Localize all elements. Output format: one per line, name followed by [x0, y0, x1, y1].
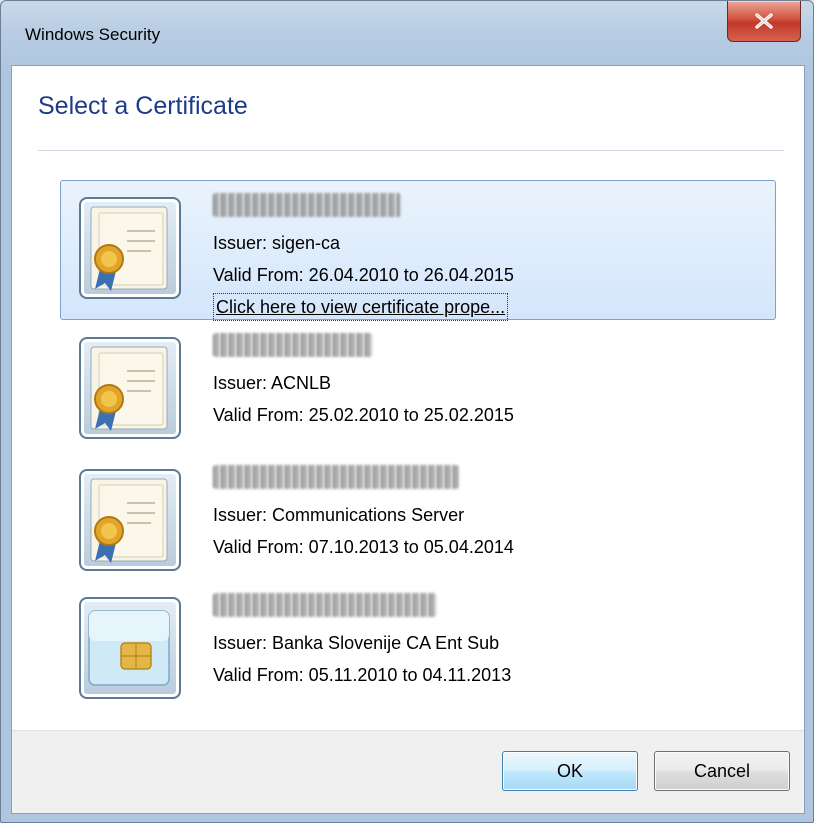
title-bar: Windows Security — [1, 1, 813, 65]
certificate-details: Issuer: ACNLB Valid From: 25.02.2010 to … — [213, 321, 514, 431]
certificate-item[interactable]: Issuer: Banka Slovenije CA Ent Sub Valid… — [60, 580, 776, 720]
certificate-item[interactable]: Issuer: sigen-ca Valid From: 26.04.2010 … — [60, 180, 776, 321]
certificate-validity: Valid From: 05.11.2010 to 04.11.2013 — [213, 665, 512, 685]
redacted-certificate-name — [213, 593, 437, 617]
cancel-button[interactable]: Cancel — [654, 751, 790, 791]
certificate-icon — [79, 197, 181, 299]
certificate-validity: Valid From: 25.02.2010 to 25.02.2015 — [213, 405, 514, 425]
smart-card-icon — [79, 597, 181, 699]
window-title: Windows Security — [25, 25, 161, 44]
close-button[interactable] — [727, 1, 801, 42]
certificate-details: Issuer: Communications Server Valid From… — [213, 453, 514, 563]
certificate-issuer: Issuer: sigen-ca — [213, 233, 341, 253]
certificate-item[interactable]: Issuer: ACNLB Valid From: 25.02.2010 to … — [60, 320, 776, 452]
certificate-validity: Valid From: 07.10.2013 to 05.04.2014 — [213, 537, 514, 557]
ok-button[interactable]: OK — [502, 751, 638, 791]
dialog-content: Select a Certificate Issuer: sigen-ca Va… — [11, 65, 805, 814]
divider — [38, 150, 784, 151]
redacted-certificate-name — [213, 333, 373, 357]
certificate-icon — [79, 337, 181, 439]
dialog-heading: Select a Certificate — [38, 92, 248, 120]
certificate-issuer: Issuer: Communications Server — [213, 505, 465, 525]
certificate-list[interactable]: Issuer: sigen-ca Valid From: 26.04.2010 … — [60, 180, 776, 720]
redacted-certificate-name — [213, 193, 401, 217]
certificate-icon — [79, 469, 181, 571]
certificate-issuer: Issuer: ACNLB — [213, 373, 332, 393]
view-certificate-properties-link[interactable]: Click here to view certificate prope... — [213, 293, 509, 321]
redacted-certificate-name — [213, 465, 459, 489]
certificate-validity: Valid From: 26.04.2010 to 26.04.2015 — [213, 265, 514, 285]
certificate-details: Issuer: Banka Slovenije CA Ent Sub Valid… — [213, 581, 511, 691]
certificate-details: Issuer: sigen-ca Valid From: 26.04.2010 … — [213, 181, 514, 321]
certificate-item[interactable]: Issuer: Communications Server Valid From… — [60, 452, 776, 580]
certificate-issuer: Issuer: Banka Slovenije CA Ent Sub — [213, 633, 500, 653]
windows-security-dialog: Windows Security Select a Certificate Is… — [0, 0, 814, 823]
close-icon — [755, 13, 773, 29]
dialog-footer: OK Cancel — [12, 730, 804, 813]
